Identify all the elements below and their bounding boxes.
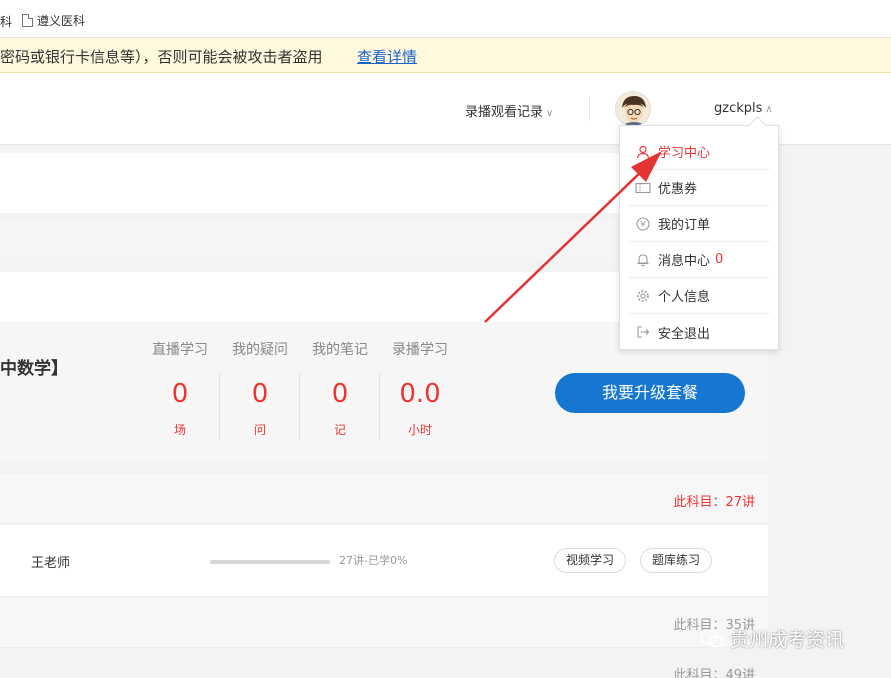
annotation-arrow [484,151,662,323]
watermark-text: 贵州成考资讯 [730,629,845,651]
wechat-icon [700,629,724,647]
watermark: 贵州成考资讯 [700,625,844,652]
